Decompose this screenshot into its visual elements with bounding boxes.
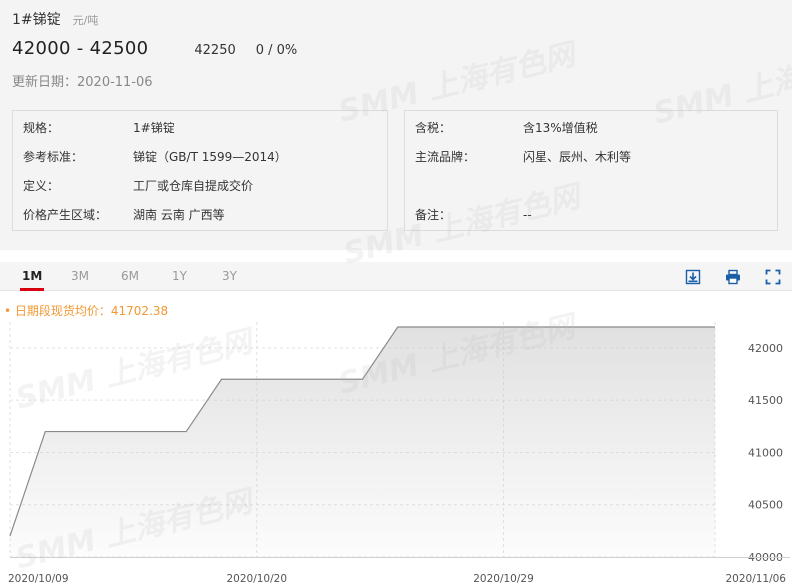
price-change: 0 / 0% xyxy=(255,43,298,58)
info-label: 含税： xyxy=(415,121,452,135)
fullscreen-icon[interactable] xyxy=(765,269,781,285)
x-tick-label: 2020/10/20 xyxy=(226,573,287,585)
product-title: 1#锑锭 xyxy=(12,12,61,28)
info-value: -- xyxy=(523,207,532,222)
price-unit: 元/吨 xyxy=(72,14,99,27)
price-chart-svg: 40000405004100041500420002020/10/09 2020/… xyxy=(8,322,790,585)
price-header-panel: 1#锑锭 元/吨 42000 - 42500 42250 0 / 0% 更新日期… xyxy=(0,0,792,250)
info-value: 锑锭（GB/T 1599—2014） xyxy=(133,150,287,164)
price-range: 42000 - 42500 xyxy=(12,38,149,59)
data-point xyxy=(114,430,117,433)
info-row-spec: 规格： 1#锑锭 xyxy=(13,113,387,142)
data-point xyxy=(326,378,329,381)
tab-3y[interactable]: 3Y xyxy=(222,262,237,291)
tab-1m[interactable]: 1M xyxy=(19,262,45,291)
data-point xyxy=(79,430,82,433)
print-icon[interactable] xyxy=(725,269,741,285)
update-date: 更新日期：2020-11-06 xyxy=(12,75,153,90)
data-point xyxy=(714,326,717,329)
data-point xyxy=(255,378,258,381)
info-row-tax: 含税： 含13%增值税 xyxy=(405,113,777,142)
x-tick-label: 2020/11/06 xyxy=(725,573,786,585)
data-point xyxy=(678,326,681,329)
info-label: 主流品牌： xyxy=(415,150,476,164)
data-point xyxy=(185,430,188,433)
data-point xyxy=(44,430,47,433)
info-row-region: 价格产生区域： 湖南 云南 广西等 xyxy=(13,200,387,229)
data-point xyxy=(608,326,611,329)
info-value: 1#锑锭 xyxy=(133,121,175,135)
info-row-definition: 定义： 工厂或仓库自提成交价 xyxy=(13,171,387,200)
data-point xyxy=(396,326,399,329)
y-tick-label: 41000 xyxy=(748,446,783,459)
info-label: 定义： xyxy=(23,179,60,193)
info-value: 湖南 云南 广西等 xyxy=(133,208,225,222)
x-tick-label: 2020/10/09 xyxy=(8,573,69,585)
info-row-remark: 备注： -- xyxy=(405,200,777,229)
info-table-left: 规格： 1#锑锭 参考标准： 锑锭（GB/T 1599—2014） 定义： 工厂… xyxy=(12,110,388,231)
data-point xyxy=(150,430,153,433)
info-label: 价格产生区域： xyxy=(23,208,108,222)
tab-6m[interactable]: 6M xyxy=(121,262,139,291)
download-icon[interactable] xyxy=(685,269,701,285)
price-row: 42000 - 42500 42250 0 / 0% xyxy=(12,38,297,62)
info-row-brands: 主流品牌： 闪星、辰州、木利等 xyxy=(405,142,777,171)
info-table-right: 含税： 含13%增值税 主流品牌： 闪星、辰州、木利等 备注： -- xyxy=(404,110,778,231)
data-point xyxy=(291,378,294,381)
data-point xyxy=(573,326,576,329)
range-tabs-bar: 1M 3M 6M 1Y 3Y xyxy=(0,262,792,291)
data-point xyxy=(361,378,364,381)
data-point xyxy=(432,326,435,329)
data-point xyxy=(537,326,540,329)
tab-1y[interactable]: 1Y xyxy=(172,262,187,291)
title-row: 1#锑锭 元/吨 xyxy=(12,9,98,29)
info-value: 含13%增值税 xyxy=(523,121,598,135)
data-point xyxy=(9,535,12,538)
info-label: 备注： xyxy=(415,208,452,222)
price-area xyxy=(10,327,715,557)
y-tick-label: 41500 xyxy=(748,394,783,407)
period-average-label: • 日期段现货均价：41702.38 xyxy=(4,304,169,318)
data-point xyxy=(467,326,470,329)
data-point xyxy=(220,378,223,381)
data-point xyxy=(643,326,646,329)
info-value: 闪星、辰州、木利等 xyxy=(523,150,632,164)
info-label: 参考标准： xyxy=(23,150,84,164)
x-tick-label: 2020/10/29 xyxy=(473,573,534,585)
info-value: 工厂或仓库自提成交价 xyxy=(133,179,254,193)
info-label: 规格： xyxy=(23,121,60,135)
y-tick-label: 40500 xyxy=(748,499,783,512)
average-price: 42250 xyxy=(194,43,236,58)
tab-3m[interactable]: 3M xyxy=(71,262,89,291)
y-tick-label: 42000 xyxy=(748,342,783,355)
info-row-standard: 参考标准： 锑锭（GB/T 1599—2014） xyxy=(13,142,387,171)
price-chart: 40000 40500 41000 41500 42000 2020/10/09 2020/… xyxy=(0,292,792,588)
data-point xyxy=(502,326,505,329)
